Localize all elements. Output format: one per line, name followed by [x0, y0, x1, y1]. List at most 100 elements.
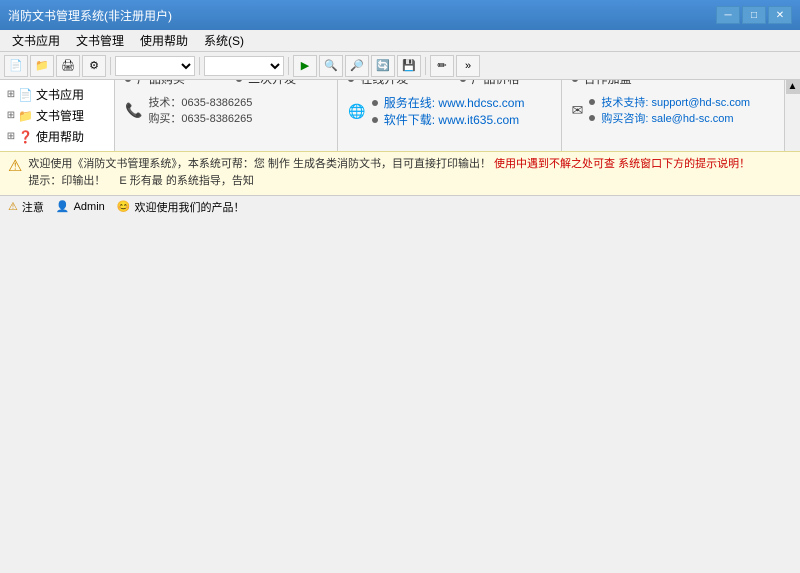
- phone-tech: 📞 技术：0635-8386265 购买：0635-8386265: [125, 94, 327, 126]
- toolbar-separator-4: [425, 57, 426, 75]
- email-1[interactable]: 技术支持: support@hd-sc.com: [589, 94, 750, 110]
- info-bar: ⚠ 欢迎使用《消防文书管理系统》，本系统可帮：您 制作 生成各类消防文书，目可直…: [0, 151, 800, 195]
- status-username: Admin: [74, 201, 105, 213]
- info-line1: 欢迎使用《消防文书管理系统》，本系统可帮：您 制作 生成各类消防文书，目可直接打…: [28, 158, 491, 170]
- online-item-cpjg[interactable]: 产品价格: [460, 80, 551, 87]
- toolbar-search-button[interactable]: 🔍: [319, 55, 343, 77]
- tree-label-app: 文书应用: [36, 86, 84, 103]
- window-controls: ─ □ ✕: [716, 6, 792, 24]
- app-support-panel: 🖥 应用支持 业务帮助 业务演示: [115, 80, 338, 151]
- tree-expand-manage: ⊞: [4, 110, 18, 121]
- close-button[interactable]: ✕: [768, 6, 792, 24]
- app-support-col2: 开发帮助 开发演示 二次开发: [236, 80, 327, 90]
- about-col2: 宏达服务 产品形式: [683, 80, 774, 90]
- toolbar-save-button[interactable]: 💾: [397, 55, 421, 77]
- info-hint2: E 形有最 的系统指导，告知: [108, 175, 253, 187]
- doc-icon: 📄: [18, 88, 33, 102]
- phone-icon-1: 📞: [125, 102, 142, 119]
- warning-icon: ⚠: [8, 156, 22, 176]
- tree-node-app[interactable]: ⊞ 📄 文书应用: [0, 84, 114, 105]
- info-link[interactable]: 使用中遇到不解之处可查: [494, 158, 615, 170]
- tree-root: ⊞ 📄 文书应用 ⊞ 📁 文书管理 ⊞ ❓ 使用帮助: [0, 80, 114, 151]
- status-user: 👤 Admin: [56, 200, 105, 213]
- app-support-col1: 业务帮助 业务演示 产品购买: [125, 80, 216, 90]
- toolbar-combo-1[interactable]: [115, 56, 195, 76]
- menu-bar: 文书应用 文书管理 使用帮助 系统(S): [0, 30, 800, 52]
- toolbar-combo-2[interactable]: [204, 56, 284, 76]
- bullet-3: [125, 80, 131, 82]
- sidebar-tree: ⊞ 📄 文书应用 ⊞ 📁 文书管理 ⊞ ❓ 使用帮助: [0, 80, 115, 151]
- title-text: 消防文书管理系统(非注册用户): [8, 7, 716, 24]
- tree-label-manage: 文书管理: [36, 107, 84, 124]
- online-item-zxkf[interactable]: 在线开发: [348, 80, 439, 87]
- toolbar-zoom-button[interactable]: 🔎: [345, 55, 369, 77]
- maximize-button[interactable]: □: [742, 6, 766, 24]
- info-note: 系统窗口下方的提示说明！: [618, 158, 750, 170]
- minimize-button[interactable]: ─: [716, 6, 740, 24]
- toolbar-separator-3: [288, 57, 289, 75]
- website-2[interactable]: 软件下载: www.it635.com: [372, 111, 525, 128]
- center-panel: ❓ 产品支持 H 宏达软件 Hongda Software: [115, 80, 784, 151]
- bullet-e2: [589, 115, 595, 121]
- status-notice: 注意: [22, 199, 44, 215]
- toolbar-more-button[interactable]: »: [456, 55, 480, 77]
- app-item-cpgm[interactable]: 产品购买: [125, 80, 216, 87]
- toolbar-btn-3[interactable]: 🖨: [56, 55, 80, 77]
- online-service-rows: 技术文档 在线留言 在线开发: [348, 80, 550, 90]
- about-rows: 宏达公司 主要产品 合作加盟: [572, 80, 774, 90]
- status-welcome-text: 欢迎使用我们的产品！: [134, 199, 244, 215]
- website-1[interactable]: 服务在线: www.hdcsc.com: [372, 94, 525, 111]
- about-emails: ✉ 技术支持: support@hd-sc.com 购买咨询: sale@hd-…: [572, 94, 774, 126]
- tree-node-help[interactable]: ⊞ ❓ 使用帮助: [0, 126, 114, 147]
- menu-item-xitong[interactable]: 系统(S): [196, 30, 252, 51]
- about-item-hzjm[interactable]: 合作加盟: [572, 80, 663, 87]
- toolbar-separator-2: [199, 57, 200, 75]
- bullet-w2: [372, 117, 378, 123]
- tree-expand-app: ⊞: [4, 89, 18, 100]
- bottom-panels: 🖥 应用支持 业务帮助 业务演示: [115, 80, 784, 151]
- right-scrollbar[interactable]: ▲: [784, 80, 800, 151]
- tree-label-help: 使用帮助: [36, 128, 84, 145]
- toolbar-separator-1: [110, 57, 111, 75]
- about-panel: ℹ 关于宏达 宏达公司 主要产品: [562, 80, 784, 151]
- title-bar: 消防文书管理系统(非注册用户) ─ □ ✕: [0, 0, 800, 30]
- online-service-col2: 在线论坛 产品下载 产品价格: [460, 80, 551, 90]
- menu-item-wenguanli[interactable]: 文书管理: [68, 30, 132, 51]
- menu-item-wenshu[interactable]: 文书应用: [4, 30, 68, 51]
- toolbar-btn-4[interactable]: ⚙: [82, 55, 106, 77]
- toolbar-btn-1[interactable]: 📄: [4, 55, 28, 77]
- status-welcome-icon: 😊: [117, 200, 131, 213]
- content-wrapper: ⊞ 📄 文书应用 ⊞ 📁 文书管理 ⊞ ❓ 使用帮助 ❓ 产品支持: [0, 80, 800, 151]
- online-service-panel: 🖥 在线服务 技术文档 在线留言: [338, 80, 561, 151]
- status-warning-icon: ⚠: [8, 200, 18, 213]
- about-col1: 宏达公司 主要产品 合作加盟: [572, 80, 663, 90]
- toolbar-btn-2[interactable]: 📁: [30, 55, 54, 77]
- phone-buy-label: 购买：0635-8386265: [148, 110, 252, 126]
- phone-tech-label: 技术：0635-8386265: [148, 94, 252, 110]
- bullet-12: [460, 80, 466, 82]
- bullet-e1: [589, 99, 595, 105]
- menu-item-bangzhu[interactable]: 使用帮助: [132, 30, 196, 51]
- tree-expand-help: ⊞: [4, 131, 18, 142]
- globe-icon: 🌐: [348, 103, 365, 120]
- email-2[interactable]: 购买咨询: sale@hd-sc.com: [589, 110, 750, 126]
- status-warning: ⚠ 注意: [8, 199, 44, 215]
- help-icon: ❓: [18, 130, 33, 144]
- folder-icon: 📁: [18, 109, 33, 123]
- toolbar-play-button[interactable]: ▶: [293, 55, 317, 77]
- online-websites: 🌐 服务在线: www.hdcsc.com 软件下载: www.it635.co…: [348, 94, 550, 128]
- status-bar: ⚠ 注意 👤 Admin 😊 欢迎使用我们的产品！: [0, 195, 800, 217]
- app-item-eckf[interactable]: 二次开发: [236, 80, 327, 87]
- toolbar: 📄 📁 🖨 ⚙ ▶ 🔍 🔎 🔄 💾 ✏ »: [0, 52, 800, 80]
- scroll-up-button[interactable]: ▲: [786, 80, 800, 94]
- bullet-15: [572, 80, 578, 82]
- bullet-w1: [372, 100, 378, 106]
- toolbar-edit-button[interactable]: ✏: [430, 55, 454, 77]
- email-icon: ✉: [572, 102, 584, 119]
- tree-node-manage[interactable]: ⊞ 📁 文书管理: [0, 105, 114, 126]
- toolbar-refresh-button[interactable]: 🔄: [371, 55, 395, 77]
- info-hint: 提示：印输出！: [28, 175, 105, 187]
- info-text: 欢迎使用《消防文书管理系统》，本系统可帮：您 制作 生成各类消防文书，目可直接打…: [28, 156, 792, 189]
- bullet-6: [236, 80, 242, 82]
- bullet-9: [348, 80, 354, 82]
